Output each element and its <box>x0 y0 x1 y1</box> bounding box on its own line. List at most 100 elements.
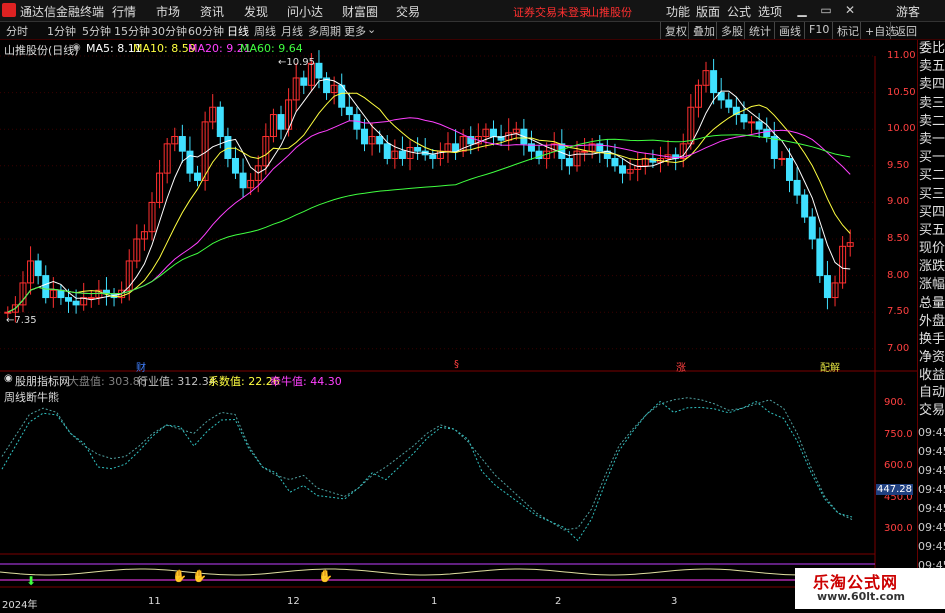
period-more[interactable]: 更多 <box>344 23 366 39</box>
candle-body <box>57 289 65 299</box>
menu-faxian[interactable]: 发现 <box>244 3 268 20</box>
event-marker-s[interactable]: § <box>454 359 459 370</box>
period-fenshi[interactable]: 分时 <box>6 23 28 39</box>
candle-body <box>778 157 786 160</box>
candle-body <box>194 172 202 181</box>
price-tick-label: 10.00 <box>887 123 916 135</box>
candle-body <box>231 157 239 174</box>
watermark-url: www.60lt.com <box>817 590 906 603</box>
close-icon[interactable]: ✕ <box>842 2 858 18</box>
restore-icon[interactable]: ▭ <box>818 2 834 18</box>
indicator-line-1 <box>1 400 853 542</box>
period-week[interactable]: 周线 <box>254 23 276 39</box>
sidebar-quote-7: 买二 <box>918 168 945 184</box>
candle-body <box>740 114 748 123</box>
candle-body <box>748 121 756 124</box>
sidebar-time-2: 09:45 <box>918 464 945 477</box>
buy-arrow-icon: ⬇ <box>26 574 36 588</box>
period-30min[interactable]: 30分钟 <box>151 23 187 39</box>
sidebar-quote-16: 换手 <box>918 332 945 347</box>
sidebar-quote-2: 卖四 <box>918 77 945 93</box>
menu-xuanxiang[interactable]: 选项 <box>758 3 782 20</box>
sidebar-quote-10: 买五 <box>918 222 945 238</box>
period-15min[interactable]: 15分钟 <box>114 23 150 39</box>
ma60-line <box>7 134 851 313</box>
xaxis-label-2: 2 <box>555 596 562 607</box>
band-wave <box>0 568 876 576</box>
guest-label[interactable]: 游客 <box>896 3 920 20</box>
menu-wenxiaoda[interactable]: 问小达 <box>287 3 323 20</box>
candle-body <box>558 143 566 159</box>
candle-body <box>619 165 627 174</box>
signal-icon: ✋ <box>318 569 333 583</box>
candle-body <box>785 157 793 181</box>
candle-body <box>710 70 718 94</box>
sidebar-time-0: 09:45 <box>918 426 945 439</box>
menu-shichang[interactable]: 市场 <box>156 3 180 20</box>
candle-body <box>34 260 42 277</box>
indicator-current-value: 447.28 <box>876 484 913 495</box>
event-marker-peijie[interactable]: 配解 <box>820 359 840 374</box>
indicator-tick-label: 900. <box>884 397 907 408</box>
xaxis-label-12: 12 <box>287 596 300 607</box>
menu-gongshi[interactable]: 公式 <box>727 3 751 20</box>
period-1min[interactable]: 1分钟 <box>47 23 76 39</box>
watermark-logo: 乐淘公式网 www.60lt.com <box>795 568 945 609</box>
btn-fuquan[interactable]: 复权 <box>660 22 691 39</box>
minimize-icon[interactable]: ▁ <box>794 2 810 18</box>
quote-sidebar: 委比 卖五 卖四 卖三 卖二 卖一 买一 买二 买三 买四 买五 现价 涨跌 涨幅 总量 外盘 换手 净资 收益 自… <box>917 40 945 610</box>
sidebar-quote-11: 现价 <box>918 241 945 257</box>
sidebar-quote-6: 买一 <box>918 150 945 166</box>
sidebar-quote-1: 卖五 <box>918 59 945 75</box>
menu-zixun[interactable]: 资讯 <box>200 3 224 20</box>
sidebar-time-4: 09:45 <box>918 502 945 515</box>
login-notice[interactable]: 证券交易未登录 <box>513 4 590 20</box>
menu-hangqing[interactable]: 行情 <box>112 3 136 20</box>
candle-body <box>816 238 824 277</box>
btn-diejia[interactable]: 叠加 <box>688 22 719 39</box>
candle-body <box>376 136 384 145</box>
ma20-line <box>7 117 851 313</box>
sidebar-quote-4: 卖二 <box>918 113 945 129</box>
sidebar-trade-0[interactable]: 自动 <box>918 384 945 402</box>
period-multi[interactable]: 多周期 <box>308 23 341 39</box>
price-tick-label: 7.50 <box>887 306 910 318</box>
title-bar: 通达信金融终端 行情 市场 资讯 发现 问小达 财富圈 交易 证券交易未登录 山… <box>0 0 945 22</box>
sidebar-quote-17: 净资 <box>918 350 945 366</box>
candle-body <box>87 297 95 300</box>
menu-banmian[interactable]: 版面 <box>696 3 720 20</box>
candle-body <box>216 106 224 138</box>
btn-huaxian[interactable]: 画线 <box>774 22 805 39</box>
price-tick-label: 8.00 <box>887 269 910 281</box>
event-marker-zhang[interactable]: 涨 <box>676 359 686 374</box>
candle-body <box>277 114 285 130</box>
period-day[interactable]: 日线 <box>227 23 249 39</box>
menu-gongneng[interactable]: 功能 <box>666 3 690 20</box>
indicator-tick-label: 750.0 <box>884 428 913 440</box>
btn-duogu[interactable]: 多股 <box>716 22 747 39</box>
chevron-down-icon[interactable]: ⌄ <box>367 23 376 36</box>
btn-return[interactable]: 返回 <box>890 22 921 39</box>
sidebar-trade-1[interactable]: 交易 <box>918 402 945 420</box>
menu-caifuquan[interactable]: 财富圈 <box>342 3 378 20</box>
sidebar-quote-0: 委比 <box>918 41 945 56</box>
candle-body <box>224 136 232 159</box>
btn-tongji[interactable]: 统计 <box>744 22 775 39</box>
price-chart[interactable]: ⬇ ✋ ✋ ✋ <box>0 40 917 609</box>
candle-body <box>360 128 368 145</box>
period-5min[interactable]: 5分钟 <box>82 23 111 39</box>
candle-body <box>345 106 353 116</box>
candle-body <box>793 179 801 196</box>
price-tick-label: 7.00 <box>887 342 910 354</box>
candle-body <box>823 275 831 299</box>
btn-biaoji[interactable]: 标记 <box>832 22 863 39</box>
period-60min[interactable]: 60分钟 <box>188 23 224 39</box>
period-month[interactable]: 月线 <box>281 23 303 39</box>
high-price-marker: ←10.95 <box>278 57 316 68</box>
current-stock-notice: 山推股份 <box>588 6 632 19</box>
event-marker-cai[interactable]: 财 <box>136 359 146 374</box>
menu-jiaoyi[interactable]: 交易 <box>396 3 420 20</box>
candle-body <box>383 143 391 159</box>
period-toolbar: 分时 1分钟 5分钟 15分钟 30分钟 60分钟 日线 周线 月线 多周期 更… <box>0 22 945 40</box>
btn-f10[interactable]: F10 <box>804 22 833 39</box>
